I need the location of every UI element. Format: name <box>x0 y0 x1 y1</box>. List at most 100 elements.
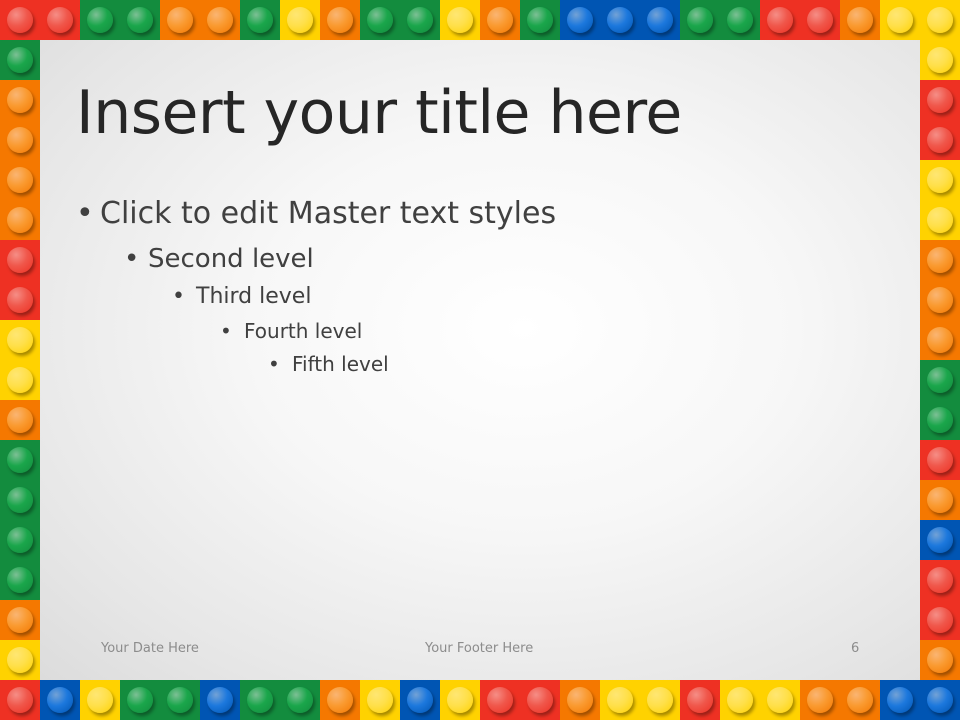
lego-brick-green <box>680 0 720 40</box>
lego-brick-blue <box>560 0 600 40</box>
lego-stud-icon <box>927 207 953 233</box>
lego-brick-green <box>0 560 40 600</box>
bullet-text: Fifth level <box>292 352 389 376</box>
lego-brick-orange <box>840 0 880 40</box>
lego-stud-icon <box>687 687 713 713</box>
lego-stud-icon <box>527 687 553 713</box>
lego-stud-icon <box>367 7 393 33</box>
lego-stud-icon <box>527 7 553 33</box>
lego-stud-icon <box>7 687 33 713</box>
lego-brick-orange <box>320 680 360 720</box>
lego-brick-orange <box>0 600 40 640</box>
lego-stud-icon <box>647 7 673 33</box>
lego-stud-icon <box>407 687 433 713</box>
lego-stud-icon <box>607 7 633 33</box>
lego-stud-icon <box>7 407 33 433</box>
lego-brick-orange <box>920 480 960 520</box>
lego-stud-icon <box>7 567 33 593</box>
lego-stud-icon <box>847 7 873 33</box>
lego-stud-icon <box>7 87 33 113</box>
lego-stud-icon <box>127 7 153 33</box>
lego-stud-icon <box>887 687 913 713</box>
lego-brick-orange <box>840 680 880 720</box>
lego-brick-red <box>920 600 960 640</box>
lego-brick-yellow <box>0 360 40 400</box>
lego-brick-red <box>920 80 960 120</box>
lego-stud-icon <box>7 287 33 313</box>
lego-brick-red <box>0 240 40 280</box>
lego-stud-icon <box>7 127 33 153</box>
lego-brick-red <box>40 0 80 40</box>
lego-stud-icon <box>7 247 33 273</box>
lego-brick-green <box>80 0 120 40</box>
lego-brick-orange <box>920 240 960 280</box>
lego-brick-red <box>800 0 840 40</box>
bullet-level-1: • Click to edit Master text styles <box>76 196 556 231</box>
lego-brick-red <box>520 680 560 720</box>
lego-brick-green <box>120 0 160 40</box>
lego-stud-icon <box>47 687 73 713</box>
footer-text[interactable]: Your Footer Here <box>425 641 533 656</box>
lego-stud-icon <box>767 687 793 713</box>
bullet-icon: • <box>268 352 280 376</box>
lego-stud-icon <box>927 367 953 393</box>
lego-stud-icon <box>927 87 953 113</box>
slide-number[interactable]: 6 <box>851 641 859 656</box>
slide-title[interactable]: Insert your title here <box>76 78 682 148</box>
lego-brick-green <box>240 0 280 40</box>
lego-stud-icon <box>807 687 833 713</box>
lego-brick-yellow <box>280 0 320 40</box>
lego-brick-yellow <box>440 680 480 720</box>
lego-brick-yellow <box>0 320 40 360</box>
lego-stud-icon <box>367 687 393 713</box>
lego-brick-orange <box>0 80 40 120</box>
lego-brick-yellow <box>920 0 960 40</box>
bullet-text: Third level <box>196 284 312 309</box>
lego-brick-green <box>720 0 760 40</box>
lego-stud-icon <box>7 207 33 233</box>
bullet-icon: • <box>124 244 140 274</box>
lego-brick-orange <box>0 160 40 200</box>
lego-stud-icon <box>767 7 793 33</box>
lego-brick-green <box>120 680 160 720</box>
footer-date[interactable]: Your Date Here <box>101 641 199 656</box>
lego-brick-red <box>920 440 960 480</box>
lego-brick-green <box>0 40 40 80</box>
lego-stud-icon <box>847 687 873 713</box>
lego-brick-green <box>360 0 400 40</box>
lego-stud-icon <box>447 687 473 713</box>
lego-stud-icon <box>487 7 513 33</box>
lego-stud-icon <box>927 7 953 33</box>
lego-brick-red <box>0 280 40 320</box>
bullet-text: Fourth level <box>244 319 363 343</box>
lego-brick-blue <box>640 0 680 40</box>
lego-brick-green <box>400 0 440 40</box>
lego-brick-blue <box>600 0 640 40</box>
lego-stud-icon <box>887 7 913 33</box>
lego-brick-blue <box>920 520 960 560</box>
lego-stud-icon <box>7 527 33 553</box>
lego-brick-green <box>920 400 960 440</box>
lego-brick-yellow <box>880 0 920 40</box>
lego-brick-yellow <box>360 680 400 720</box>
lego-brick-blue <box>400 680 440 720</box>
lego-brick-red <box>0 680 40 720</box>
lego-stud-icon <box>927 407 953 433</box>
lego-stud-icon <box>687 7 713 33</box>
lego-brick-blue <box>920 680 960 720</box>
lego-brick-orange <box>0 400 40 440</box>
lego-brick-orange <box>800 680 840 720</box>
lego-stud-icon <box>927 687 953 713</box>
lego-stud-icon <box>7 327 33 353</box>
lego-stud-icon <box>647 687 673 713</box>
lego-stud-icon <box>927 327 953 353</box>
lego-stud-icon <box>487 687 513 713</box>
lego-brick-yellow <box>600 680 640 720</box>
lego-stud-icon <box>327 7 353 33</box>
lego-stud-icon <box>807 7 833 33</box>
lego-stud-icon <box>927 607 953 633</box>
lego-brick-green <box>0 520 40 560</box>
lego-brick-green <box>160 680 200 720</box>
lego-stud-icon <box>327 687 353 713</box>
lego-stud-icon <box>927 567 953 593</box>
